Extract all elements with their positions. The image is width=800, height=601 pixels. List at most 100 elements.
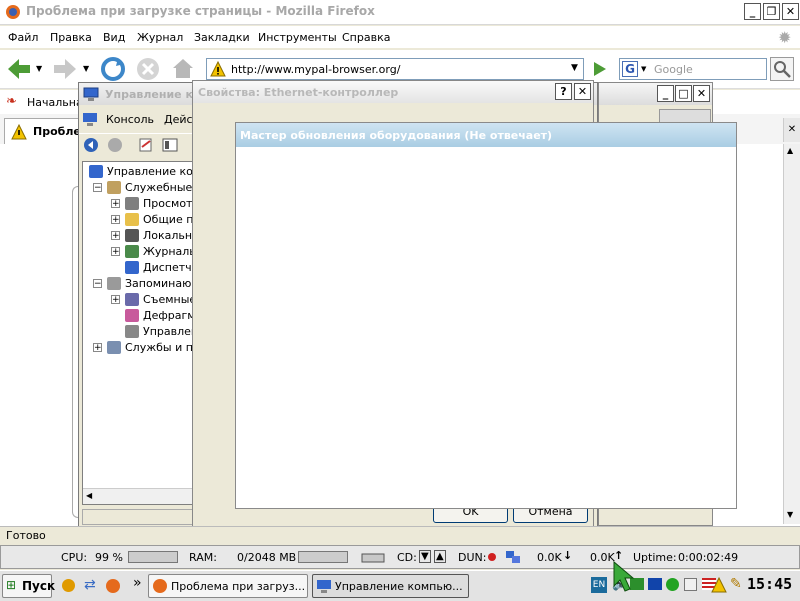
dun-label: DUN:	[458, 551, 487, 564]
scroll-up-icon[interactable]: ▲	[787, 146, 793, 155]
menu-bookmarks[interactable]: Закладки	[194, 31, 250, 44]
page-scrollbar[interactable]: ▲ ▼	[783, 144, 800, 524]
upload-speed: 0.0K	[590, 551, 615, 564]
tree-item[interactable]: − Служебные п	[83, 180, 193, 196]
minimize-button[interactable]: _	[744, 3, 761, 20]
bookmark-home[interactable]: Начальна	[27, 96, 83, 109]
menu-history[interactable]: Журнал	[137, 31, 183, 44]
restore-button[interactable]: ❐	[763, 3, 780, 20]
storage-icon	[107, 277, 121, 290]
stop-icon[interactable]	[136, 57, 160, 81]
tree-hscrollbar[interactable]: ◀	[83, 488, 193, 504]
menu-file[interactable]: Файл	[8, 31, 38, 44]
wizard-titlebar[interactable]: Мастер обновления оборудования (Не отвеч…	[236, 123, 736, 147]
language-indicator[interactable]: EN	[591, 577, 607, 593]
menu-tools[interactable]: Инструменты	[258, 31, 337, 44]
search-bar[interactable]: G ▼ Google	[619, 58, 767, 80]
bg-minimize-button[interactable]: _	[657, 85, 674, 102]
quicklaunch-network-icon[interactable]: ⇄	[84, 577, 96, 593]
tray-clock-app-icon[interactable]	[684, 578, 697, 591]
tree-item[interactable]: − Запоминающ	[83, 276, 193, 292]
forward-arrow-icon[interactable]	[52, 57, 78, 81]
tree-item[interactable]: Дефрагме	[83, 308, 193, 324]
firefox-titlebar[interactable]: Проблема при загрузке страницы - Mozilla…	[0, 0, 800, 25]
back-dropdown-icon[interactable]: ▼	[36, 64, 42, 73]
hardware-update-wizard: Мастер обновления оборудования (Не отвеч…	[235, 122, 737, 509]
expand-icon[interactable]: +	[111, 199, 120, 209]
tree-item[interactable]: + Журналы	[83, 244, 193, 260]
tree-scroll-left-icon[interactable]: ◀	[86, 491, 92, 500]
tree-item-label: Диспетче	[143, 261, 194, 274]
users-icon	[125, 229, 139, 242]
mmc-show-tree-icon[interactable]	[162, 137, 178, 153]
forward-dropdown-icon[interactable]: ▼	[83, 64, 89, 73]
tree-item-label: Просмотр	[143, 197, 194, 210]
tree-item[interactable]: + Общие па	[83, 212, 194, 228]
expand-icon[interactable]: +	[111, 215, 120, 225]
tray-warning-icon[interactable]	[711, 577, 727, 593]
clock[interactable]: 15:45	[747, 575, 792, 593]
bg-window-controls	[659, 109, 711, 123]
tray-monitor-icon[interactable]	[648, 578, 662, 590]
task-computer-management[interactable]: Управление компью...	[312, 574, 469, 598]
mmc-forward-icon[interactable]	[107, 137, 123, 153]
tree-item-label: Управление комп	[107, 165, 193, 178]
wizard-title: Мастер обновления оборудования (Не отвеч…	[240, 129, 553, 142]
properties-help-button[interactable]: ?	[555, 83, 572, 100]
tree-item[interactable]: + Съемные	[83, 292, 193, 308]
expand-icon[interactable]: +	[93, 343, 102, 353]
tree-item[interactable]: Управлен	[83, 324, 193, 340]
url-bar[interactable]: http://www.mypal-browser.org/ ▼	[206, 58, 584, 80]
cd-label: CD:	[397, 551, 417, 564]
network-icon	[506, 551, 520, 563]
services-icon	[107, 341, 121, 354]
bg-maximize-button[interactable]: □	[675, 85, 692, 102]
collapse-icon[interactable]: −	[93, 279, 102, 289]
back-arrow-icon[interactable]	[6, 57, 32, 81]
menu-view[interactable]: Вид	[103, 31, 125, 44]
quicklaunch-app-icon[interactable]	[62, 579, 75, 592]
cd-eject-icon[interactable]: ▼	[419, 550, 431, 563]
tree-item-label: Службы и при	[125, 341, 193, 354]
close-button[interactable]: ✕	[782, 3, 799, 20]
mmc-back-icon[interactable]	[83, 137, 99, 153]
disk-management-icon	[125, 325, 139, 338]
bg-close-button[interactable]: ✕	[693, 85, 710, 102]
expand-icon[interactable]: +	[111, 231, 120, 241]
quicklaunch-chevron-icon[interactable]: »	[133, 575, 142, 591]
tab-active[interactable]: Проблем	[4, 118, 90, 144]
expand-icon[interactable]: +	[111, 295, 120, 305]
menu-edit[interactable]: Правка	[50, 31, 92, 44]
go-icon[interactable]	[590, 60, 608, 78]
expand-icon[interactable]: +	[111, 247, 120, 257]
reload-icon[interactable]	[100, 56, 126, 82]
tools-icon	[107, 181, 121, 194]
tree-item[interactable]: + Службы и при	[83, 340, 193, 356]
browser-statusbar: Готово	[0, 526, 800, 545]
tab-close-icon[interactable]: ✕	[783, 118, 800, 142]
quicklaunch-firefox-icon[interactable]	[106, 579, 120, 593]
home-icon[interactable]	[171, 56, 195, 80]
task-firefox[interactable]: Проблема при загруз...	[148, 574, 308, 598]
tray-status-icon[interactable]	[666, 578, 679, 591]
properties-close-button[interactable]: ✕	[574, 83, 591, 100]
menu-help[interactable]: Справка	[342, 31, 390, 44]
tree-item[interactable]: + Локальнь	[83, 228, 193, 244]
cd-close-icon[interactable]: ▲	[434, 550, 446, 563]
tree-item[interactable]: Диспетче	[83, 260, 194, 276]
tree-item[interactable]: + Просмотр	[83, 196, 194, 212]
tree-item-label: Общие па	[143, 213, 194, 226]
engine-dropdown-icon[interactable]: ▼	[641, 65, 646, 73]
properties-titlebar[interactable]: Свойства: Ethernet-контроллер ? ✕	[193, 81, 593, 103]
background-window-titlebar[interactable]: _ □ ✕	[599, 83, 712, 105]
url-dropdown-icon[interactable]: ▼	[571, 63, 578, 73]
start-button[interactable]: ⊞ Пуск	[2, 574, 55, 598]
google-engine-icon[interactable]: G	[622, 61, 638, 77]
mmc-up-icon[interactable]	[138, 137, 154, 153]
menu-console[interactable]: Консоль	[106, 113, 154, 126]
tree-item[interactable]: Управление комп	[83, 164, 193, 180]
scroll-down-icon[interactable]: ▼	[787, 510, 793, 519]
collapse-icon[interactable]: −	[93, 183, 102, 193]
search-button[interactable]	[770, 57, 794, 81]
tray-tools-icon[interactable]: ✎	[730, 576, 742, 592]
